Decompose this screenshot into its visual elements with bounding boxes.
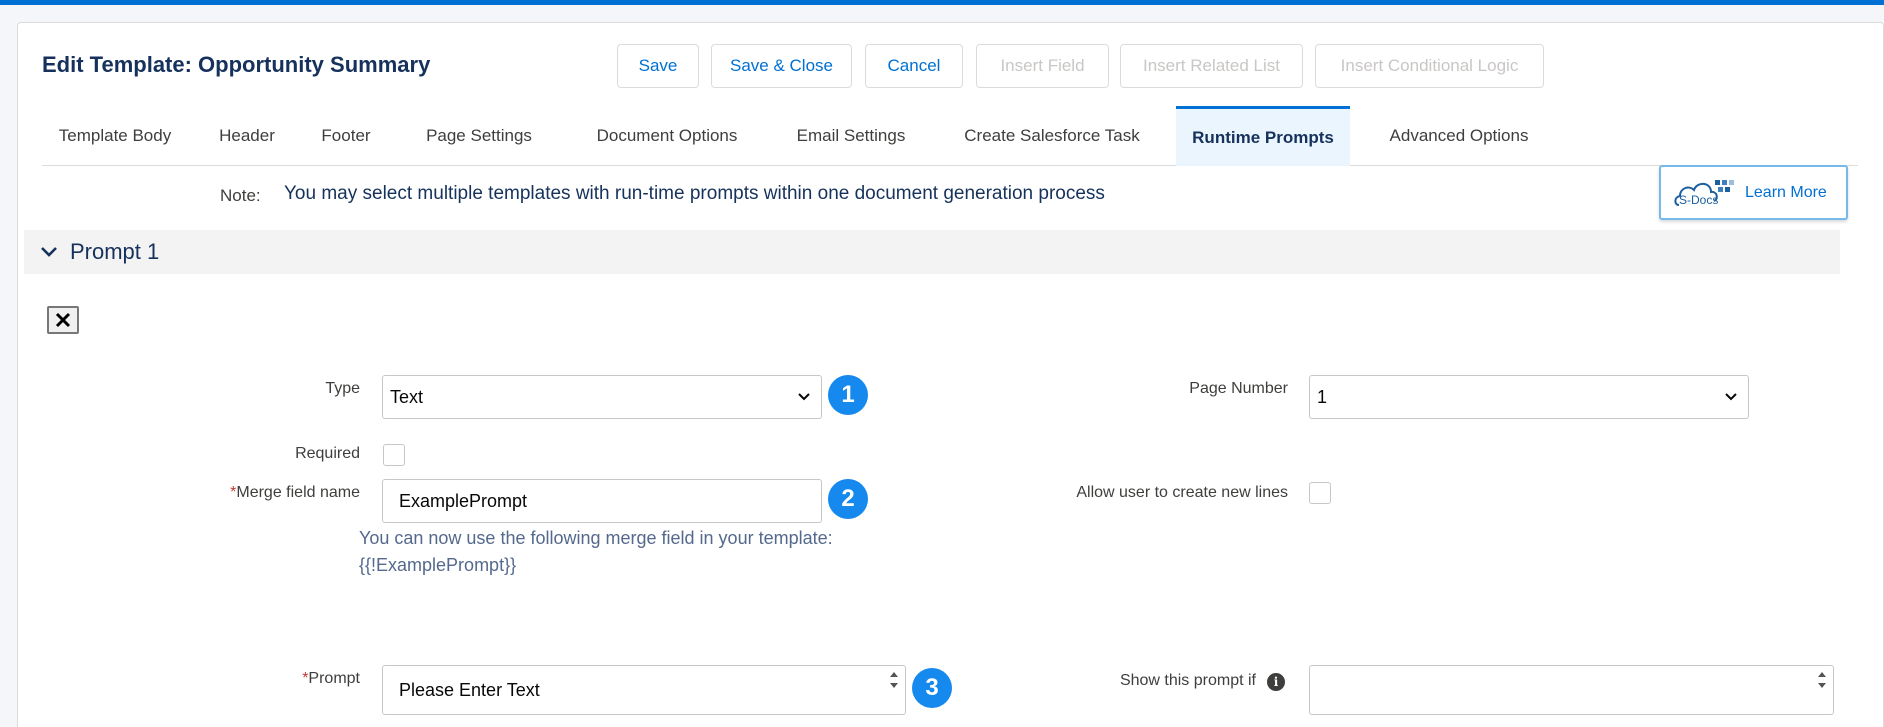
tab-template-body[interactable]: Template Body <box>42 106 188 166</box>
type-select[interactable]: Text <box>382 375 822 419</box>
prompt-textarea-value: Please Enter Text <box>399 680 540 700</box>
page-number-select-value: 1 <box>1317 386 1328 407</box>
prompt-section-header[interactable]: Prompt 1 <box>24 230 1840 274</box>
note-text: You may select multiple templates with r… <box>284 183 1105 204</box>
merge-field-input[interactable] <box>382 479 822 523</box>
prompt-textarea[interactable]: Please Enter Text <box>382 665 906 715</box>
show-if-textarea[interactable] <box>1309 665 1834 715</box>
tab-advanced-options[interactable]: Advanced Options <box>1364 106 1554 166</box>
merge-field-label: *Merge field name <box>180 484 360 502</box>
learn-more-button[interactable]: S-Docs Learn More <box>1659 165 1848 220</box>
textarea-scroll-arrows[interactable] <box>885 668 903 712</box>
type-label: Type <box>325 380 360 397</box>
textarea-scroll-arrows[interactable] <box>1813 668 1831 712</box>
close-icon <box>55 312 71 328</box>
chevron-down-icon <box>798 393 810 401</box>
prompt-title: Prompt 1 <box>70 239 160 264</box>
tab-bar: Template Body Header Footer Page Setting… <box>42 106 1858 166</box>
type-select-value: Text <box>390 386 424 407</box>
s-docs-cloud-icon: S-Docs <box>1673 175 1735 211</box>
tab-page-settings[interactable]: Page Settings <box>404 106 554 166</box>
cancel-button[interactable]: Cancel <box>865 44 963 88</box>
page-number-select[interactable]: 1 <box>1309 375 1749 419</box>
info-icon[interactable]: i <box>1267 673 1285 691</box>
show-if-label: Show this prompt if <box>1119 672 1256 689</box>
tab-runtime-prompts[interactable]: Runtime Prompts <box>1176 106 1350 166</box>
tab-document-options[interactable]: Document Options <box>574 106 760 166</box>
insert-related-list-button[interactable]: Insert Related List <box>1120 44 1303 88</box>
allow-new-lines-label: Allow user to create new lines <box>1076 484 1288 501</box>
page-number-label: Page Number <box>1189 380 1288 397</box>
step-badge-3: 3 <box>912 668 952 708</box>
allow-new-lines-checkbox[interactable] <box>1309 482 1331 504</box>
save-close-button[interactable]: Save & Close <box>711 44 852 88</box>
prompt-label: *Prompt <box>240 670 360 688</box>
insert-conditional-logic-button[interactable]: Insert Conditional Logic <box>1315 44 1544 88</box>
required-label: Required <box>295 445 360 462</box>
merge-field-label-text: Merge field name <box>236 484 360 501</box>
chevron-down-icon <box>1725 393 1737 401</box>
s-docs-logo-text: S-Docs <box>1679 192 1719 207</box>
learn-more-label: Learn More <box>1745 183 1827 201</box>
tab-email-settings[interactable]: Email Settings <box>778 106 924 166</box>
prompt-label-text: Prompt <box>308 670 360 687</box>
tab-footer[interactable]: Footer <box>306 106 386 166</box>
tab-create-salesforce-task[interactable]: Create Salesforce Task <box>942 106 1162 166</box>
remove-prompt-button[interactable] <box>47 306 79 334</box>
required-checkbox[interactable] <box>383 444 405 466</box>
merge-field-helper-text: You can now use the following merge fiel… <box>359 528 833 575</box>
step-badge-1: 1 <box>828 375 868 415</box>
page-title: Edit Template: Opportunity Summary <box>42 52 431 77</box>
step-badge-2: 2 <box>828 479 868 519</box>
chevron-down-icon <box>41 247 57 257</box>
top-accent-bar <box>0 0 1884 5</box>
insert-field-button[interactable]: Insert Field <box>976 44 1109 88</box>
tab-header[interactable]: Header <box>202 106 292 166</box>
note-label: Note: <box>220 186 261 205</box>
save-button[interactable]: Save <box>617 44 699 88</box>
